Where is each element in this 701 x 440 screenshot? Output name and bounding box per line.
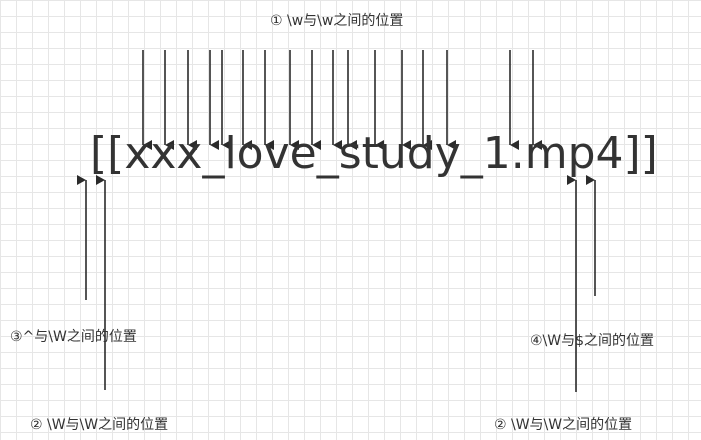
- label-nonword-left: ② \W与\W之间的位置: [30, 417, 169, 433]
- boundary-diagram: [77, 50, 596, 392]
- label-nonword-right: ② \W与\W之间的位置: [494, 417, 633, 433]
- label-start-boundary: ③^与\W之间的位置: [10, 329, 137, 345]
- label-end-boundary: ④\W与$之间的位置: [530, 333, 655, 349]
- sample-text: [[xxx_love_study_1.mp4]]: [90, 128, 658, 179]
- nonword-boundary-arrows: [77, 175, 596, 392]
- label-word-boundaries: ① \w与\w之间的位置: [270, 13, 404, 29]
